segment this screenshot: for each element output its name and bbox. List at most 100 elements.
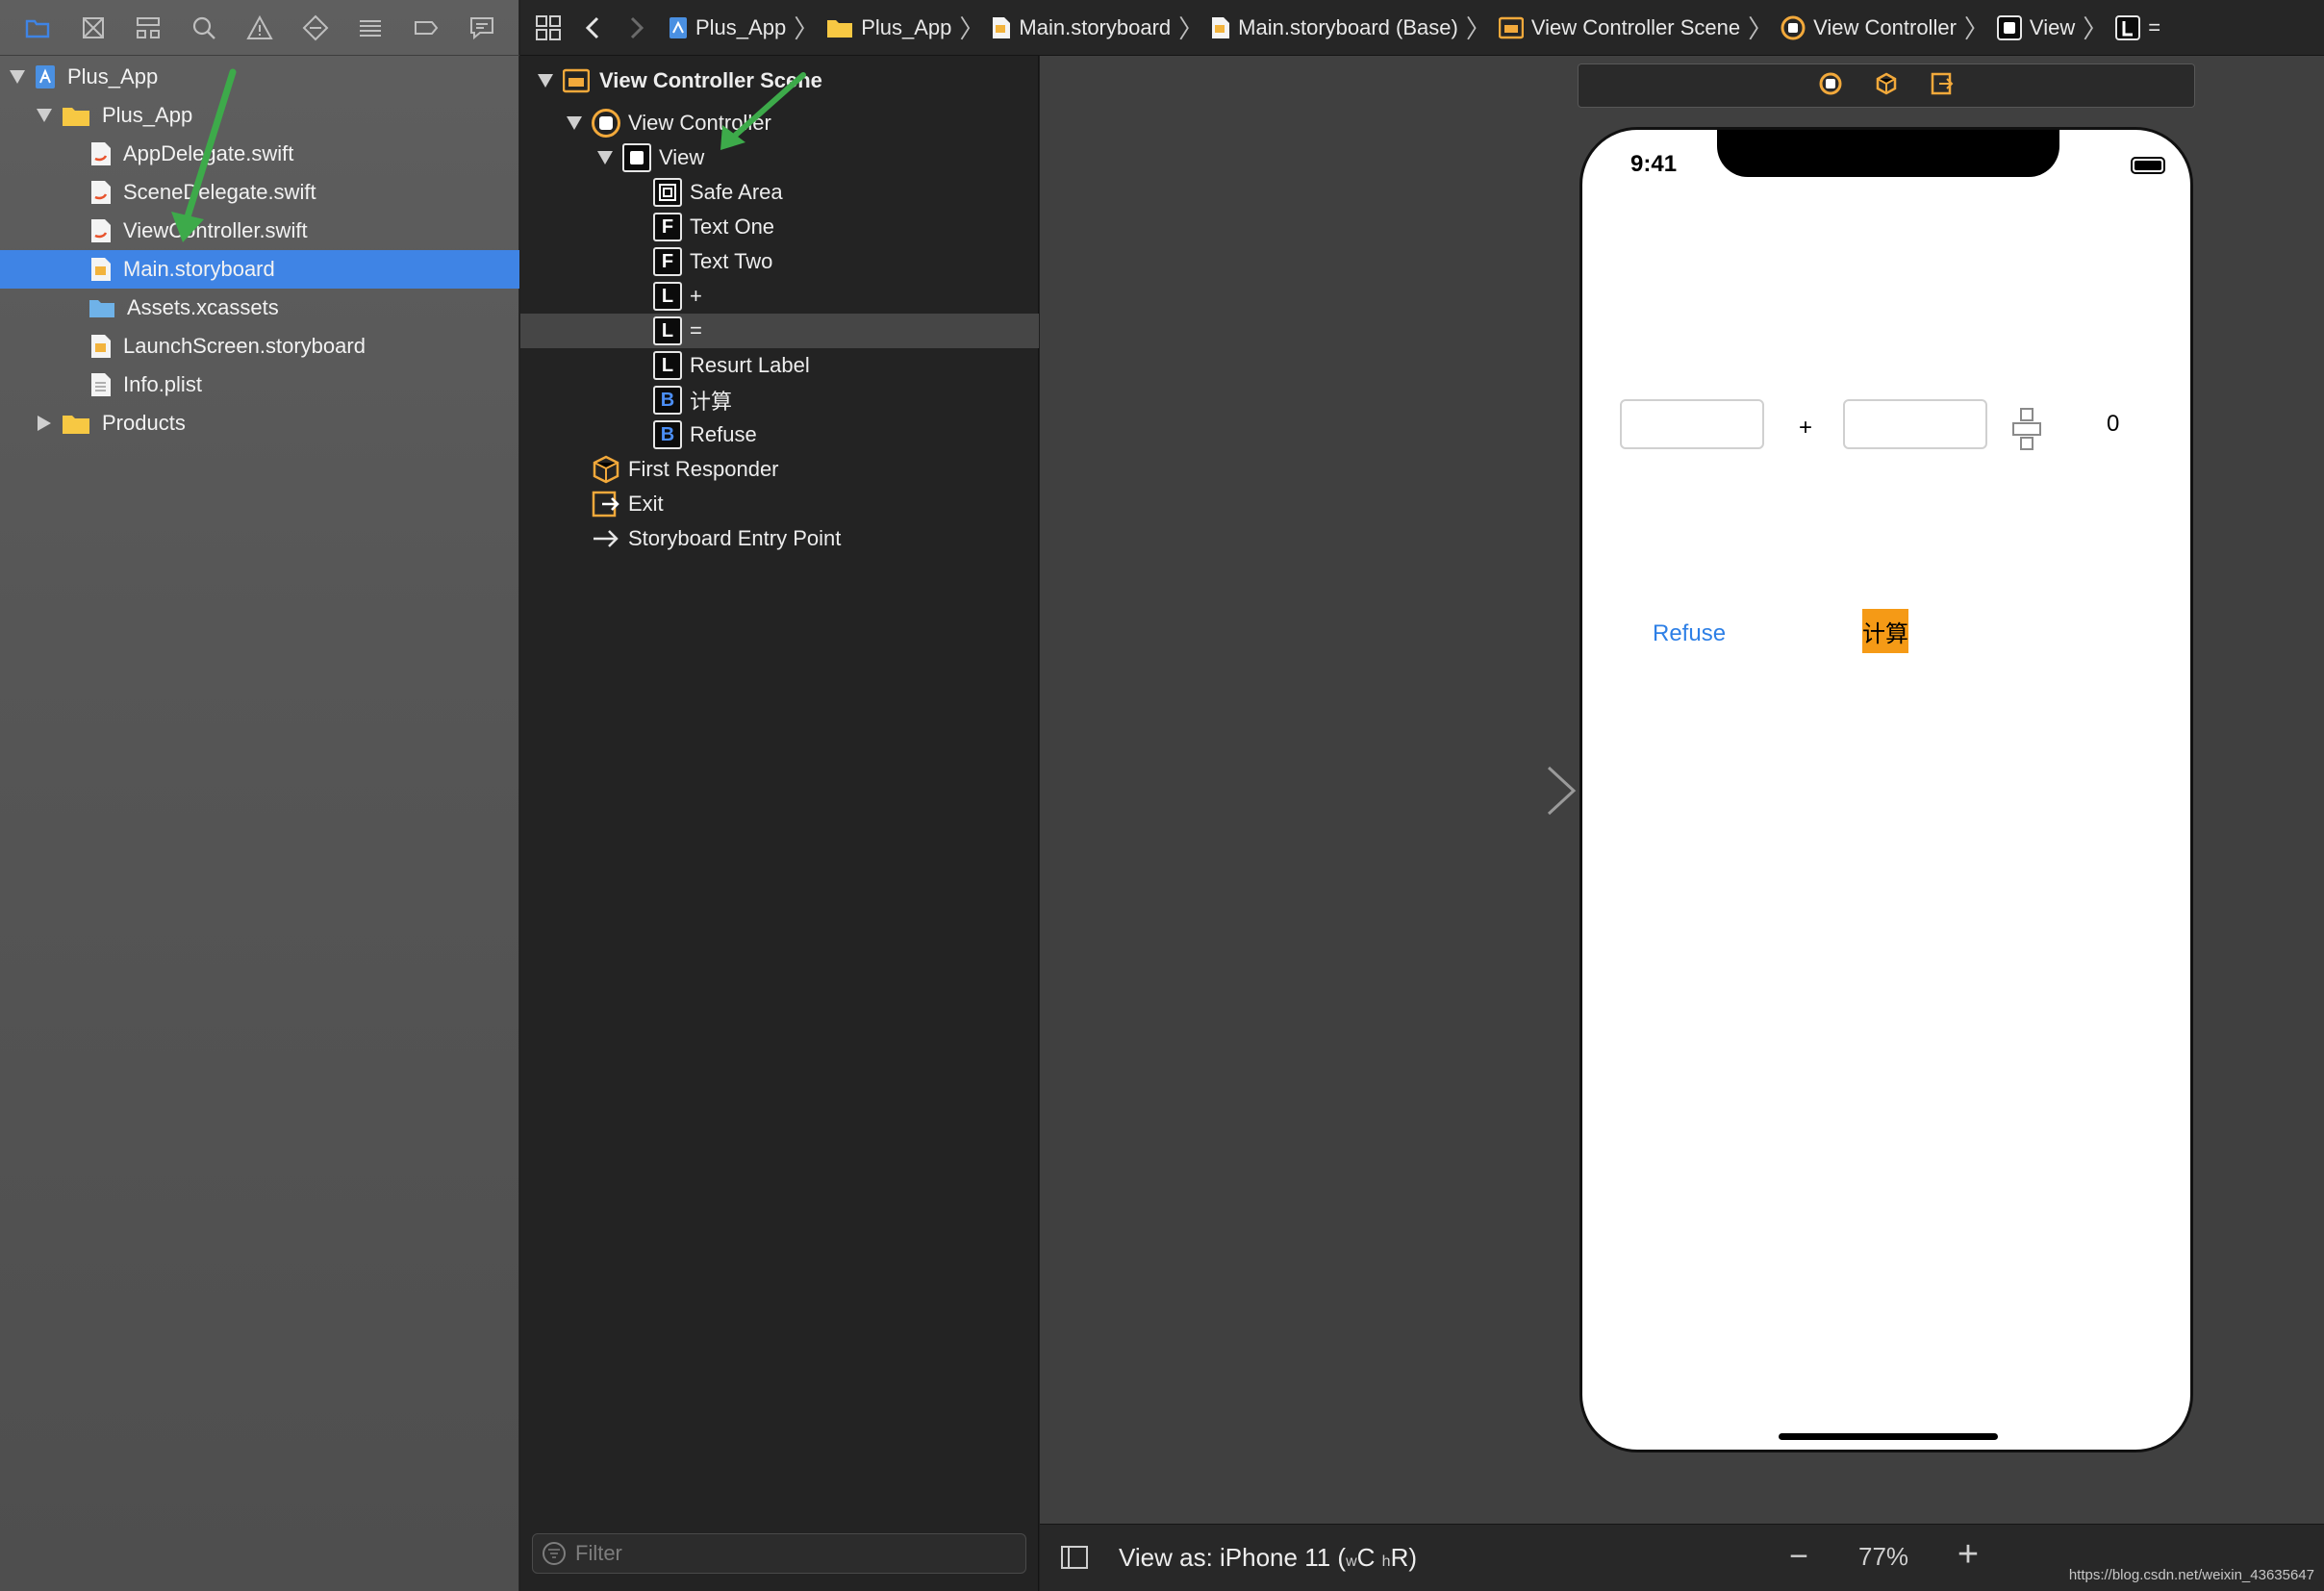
chevron-right-icon: 〉 bbox=[1465, 14, 1491, 43]
outline-label: Exit bbox=[628, 492, 664, 516]
first-responder-icon[interactable] bbox=[1875, 72, 1898, 100]
breadcrumb-group[interactable]: Plus_App bbox=[826, 15, 951, 40]
tree-item-file[interactable]: AppDelegate.swift bbox=[0, 135, 519, 173]
zoom-out-icon[interactable]: − bbox=[1784, 1538, 1813, 1575]
scene-icon bbox=[563, 68, 590, 93]
hierarchy-icon[interactable] bbox=[132, 12, 164, 44]
outline-item-selected[interactable]: L = bbox=[520, 314, 1039, 348]
disclosure-open-icon[interactable] bbox=[8, 67, 27, 87]
outline-scene[interactable]: View Controller Scene bbox=[520, 63, 1039, 98]
tree-item-file[interactable]: Info.plist bbox=[0, 366, 519, 404]
source-control-icon[interactable] bbox=[77, 12, 110, 44]
iphone-scene[interactable]: 9:41 + 0 Refuse 计算 bbox=[1579, 127, 2193, 1452]
breadcrumb-label: Main.storyboard (Base) bbox=[1238, 14, 1458, 39]
device-notch bbox=[1717, 130, 2059, 177]
filter-field[interactable]: Filter bbox=[532, 1533, 1026, 1574]
scene-dock bbox=[1578, 63, 2195, 108]
view-as-prefix: View as: iPhone 11 ( bbox=[1119, 1543, 1347, 1572]
tree-item-file[interactable]: ViewController.swift bbox=[0, 212, 519, 250]
tree-item-file[interactable]: LaunchScreen.storyboard bbox=[0, 327, 519, 366]
chevron-right-icon: 〉 bbox=[1748, 14, 1774, 43]
warning-icon[interactable] bbox=[243, 12, 276, 44]
label-icon bbox=[2115, 14, 2141, 40]
disclosure-open-icon[interactable] bbox=[536, 71, 555, 90]
filter-icon bbox=[543, 1542, 566, 1565]
tree-item-file-selected[interactable]: Main.storyboard bbox=[0, 250, 519, 289]
outline-item[interactable]: L Resurt Label bbox=[520, 348, 1039, 383]
report-icon[interactable] bbox=[466, 12, 498, 44]
tree-item-project[interactable]: Plus_App bbox=[0, 58, 519, 96]
folder-icon[interactable] bbox=[21, 12, 54, 44]
tree-item-file[interactable]: SceneDelegate.swift bbox=[0, 173, 519, 212]
outline-label: Storyboard Entry Point bbox=[628, 526, 842, 550]
outline-item[interactable]: L + bbox=[520, 279, 1039, 314]
breadcrumb-file[interactable]: Main.storyboard bbox=[992, 15, 1171, 40]
debug-icon[interactable] bbox=[354, 12, 387, 44]
disclosure-open-icon[interactable] bbox=[595, 148, 615, 167]
zoom-level[interactable]: 77% bbox=[1858, 1542, 1908, 1572]
equals-label-selected[interactable] bbox=[2011, 407, 2042, 456]
disclosure-closed-icon[interactable] bbox=[35, 414, 54, 433]
storyboard-file-icon bbox=[90, 334, 112, 359]
breadcrumb-label-element[interactable]: = bbox=[2115, 14, 2161, 40]
text-field-two[interactable] bbox=[1843, 399, 1987, 449]
outline-label: First Responder bbox=[628, 457, 779, 481]
back-icon[interactable] bbox=[570, 9, 615, 47]
tree-label: SceneDelegate.swift bbox=[123, 180, 316, 204]
forward-icon[interactable] bbox=[615, 9, 659, 47]
outline-item[interactable]: First Responder bbox=[520, 452, 1039, 487]
outline-label: Safe Area bbox=[690, 180, 783, 204]
breadcrumb-label: = bbox=[2148, 14, 2161, 39]
arrow-right-icon bbox=[592, 524, 620, 553]
search-icon[interactable] bbox=[188, 12, 220, 44]
swift-file-icon bbox=[90, 141, 112, 166]
refuse-button[interactable]: Refuse bbox=[1653, 620, 1726, 647]
disclosure-open-icon[interactable] bbox=[35, 106, 54, 125]
result-label: 0 bbox=[2107, 411, 2120, 437]
outline-label: View bbox=[659, 145, 705, 169]
tree-label: Info.plist bbox=[123, 372, 202, 396]
breadcrumb-view[interactable]: View bbox=[1996, 14, 2075, 40]
breadcrumb-view-controller[interactable]: View Controller bbox=[1781, 15, 1957, 40]
outline-item[interactable]: Storyboard Entry Point bbox=[520, 521, 1039, 556]
breakpoint-icon[interactable] bbox=[410, 12, 442, 44]
label-icon: L bbox=[653, 351, 682, 380]
exit-icon[interactable] bbox=[1931, 72, 1954, 100]
folder-icon bbox=[826, 17, 853, 38]
disclosure-open-icon[interactable] bbox=[565, 114, 584, 133]
tree-item-group[interactable]: Products bbox=[0, 404, 519, 442]
view-as-device-selector[interactable]: View as: iPhone 11 (wC hR) bbox=[1119, 1543, 1417, 1573]
breadcrumb-project[interactable]: Plus_App bbox=[669, 15, 786, 40]
tree-item-file[interactable]: Assets.xcassets bbox=[0, 289, 519, 327]
breadcrumb-scene[interactable]: View Controller Scene bbox=[1498, 15, 1740, 40]
outline-item[interactable]: B Refuse bbox=[520, 417, 1039, 452]
tree-label: Assets.xcassets bbox=[127, 295, 279, 319]
plist-file-icon bbox=[90, 372, 112, 397]
text-field-one[interactable] bbox=[1620, 399, 1764, 449]
project-navigator: Plus_App Plus_App AppDelegate.swift Scen… bbox=[0, 0, 519, 1591]
jump-bar: Plus_App 〉 Plus_App 〉 Main.storyboard 〉 … bbox=[520, 0, 2324, 56]
outline-label: Resurt Label bbox=[690, 353, 810, 377]
outline-item[interactable]: Safe Area bbox=[520, 175, 1039, 210]
test-icon[interactable] bbox=[299, 12, 332, 44]
view-controller-icon[interactable] bbox=[1819, 72, 1842, 100]
outline-item[interactable]: View bbox=[520, 140, 1039, 175]
swift-file-icon bbox=[90, 180, 112, 205]
outline-item[interactable]: View Controller bbox=[520, 106, 1039, 140]
related-items-icon[interactable] bbox=[526, 9, 570, 47]
outline-item[interactable]: F Text Two bbox=[520, 244, 1039, 279]
outline-item[interactable]: F Text One bbox=[520, 210, 1039, 244]
exit-icon bbox=[592, 490, 620, 518]
outline-item[interactable]: Exit bbox=[520, 487, 1039, 521]
entry-point-arrow-icon[interactable] bbox=[1427, 760, 1578, 818]
zoom-in-icon[interactable]: + bbox=[1952, 1534, 1984, 1575]
breadcrumb-localization[interactable]: Main.storyboard (Base) bbox=[1211, 15, 1458, 40]
calculate-button[interactable]: 计算 bbox=[1862, 609, 1908, 653]
first-responder-icon bbox=[592, 455, 620, 484]
outline-item[interactable]: B 计算 bbox=[520, 383, 1039, 417]
toggle-outline-icon[interactable] bbox=[1061, 1546, 1088, 1576]
assets-folder-icon bbox=[88, 295, 115, 320]
folder-icon bbox=[62, 411, 90, 436]
width-class: C bbox=[1356, 1543, 1376, 1572]
tree-item-group[interactable]: Plus_App bbox=[0, 96, 519, 135]
